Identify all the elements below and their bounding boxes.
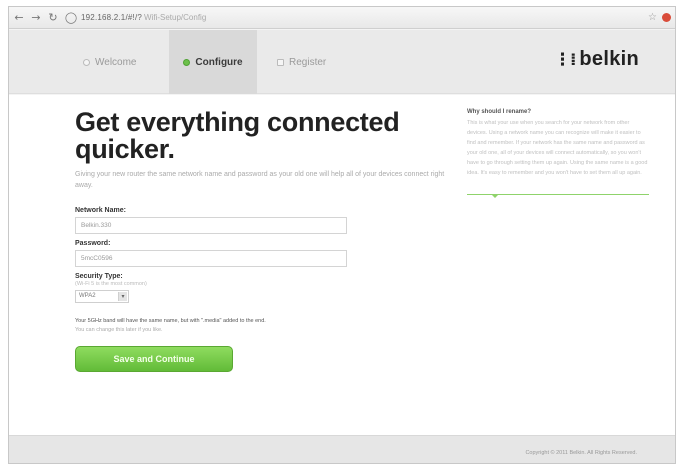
step-welcome-label: Welcome bbox=[95, 56, 137, 68]
password-input[interactable] bbox=[75, 250, 347, 267]
address-bar[interactable]: ◯ 192.168.2.1/#!/? Wifi-Setup/Config bbox=[64, 11, 643, 25]
address-url-rest: Wifi-Setup/Config bbox=[144, 13, 207, 22]
copyright-text: Copyright © 2011 Belkin. All Rights Rese… bbox=[525, 450, 637, 456]
security-type-hint: (Wi-Fi 5 is the most common) bbox=[75, 281, 147, 287]
step-configure[interactable]: Configure bbox=[169, 30, 257, 94]
band-note: Your 5GHz band will have the same name, … bbox=[75, 318, 266, 324]
browser-toolbar: ← → ↻ ◯ 192.168.2.1/#!/? Wifi-Setup/Conf… bbox=[9, 7, 675, 29]
help-sidebar: Why should I rename? This is what your u… bbox=[467, 109, 649, 198]
browser-window: ← → ↻ ◯ 192.168.2.1/#!/? Wifi-Setup/Conf… bbox=[8, 6, 676, 464]
security-type-value: WPA2 bbox=[79, 293, 96, 299]
belkin-logo: ⋮⁞ belkin bbox=[554, 48, 639, 71]
help-body: This is what your use when you search fo… bbox=[467, 120, 648, 176]
save-and-continue-button[interactable]: Save and Continue bbox=[75, 346, 233, 372]
chevron-down-icon: ▾ bbox=[118, 292, 127, 301]
page-footer: Copyright © 2011 Belkin. All Rights Rese… bbox=[9, 435, 675, 463]
main-content: Get everything connected quicker. Giving… bbox=[9, 95, 675, 435]
configure-form: Get everything connected quicker. Giving… bbox=[75, 109, 455, 372]
band-note-secondary: You can change this later if you like. bbox=[75, 327, 163, 333]
step-register-label: Register bbox=[289, 56, 327, 68]
help-divider bbox=[467, 194, 649, 198]
back-icon[interactable]: ← bbox=[12, 11, 26, 25]
security-type-label: Security Type: bbox=[75, 273, 123, 280]
step-configure-label: Configure bbox=[195, 56, 243, 68]
step-register[interactable]: Register bbox=[277, 30, 326, 94]
belkin-logo-icon: ⋮⁞ bbox=[553, 49, 576, 70]
step-welcome-icon bbox=[83, 58, 90, 66]
step-welcome[interactable]: Welcome bbox=[83, 30, 137, 94]
network-name-label: Network Name: bbox=[75, 207, 126, 214]
forward-icon[interactable]: → bbox=[29, 11, 43, 25]
password-label: Password: bbox=[75, 240, 111, 247]
belkin-logo-text: belkin bbox=[579, 48, 639, 70]
step-register-icon bbox=[277, 58, 284, 66]
globe-icon: ◯ bbox=[64, 10, 78, 24]
address-url: 192.168.2.1/#!/? bbox=[81, 13, 143, 22]
page-title: Get everything connected quicker. bbox=[75, 107, 400, 164]
help-title: Why should I rename? bbox=[467, 109, 532, 115]
network-name-input[interactable] bbox=[75, 217, 347, 234]
security-type-select[interactable]: WPA2 ▾ bbox=[75, 290, 129, 303]
step-configure-icon bbox=[183, 58, 191, 66]
setup-steps: Welcome Configure Register ⋮⁞ belkin bbox=[9, 30, 675, 94]
bookmark-star-icon[interactable]: ☆ bbox=[648, 12, 657, 23]
extension-icon[interactable] bbox=[662, 13, 671, 22]
page-lead: Giving your new router the same network … bbox=[75, 171, 445, 189]
reload-icon[interactable]: ↻ bbox=[46, 11, 60, 25]
